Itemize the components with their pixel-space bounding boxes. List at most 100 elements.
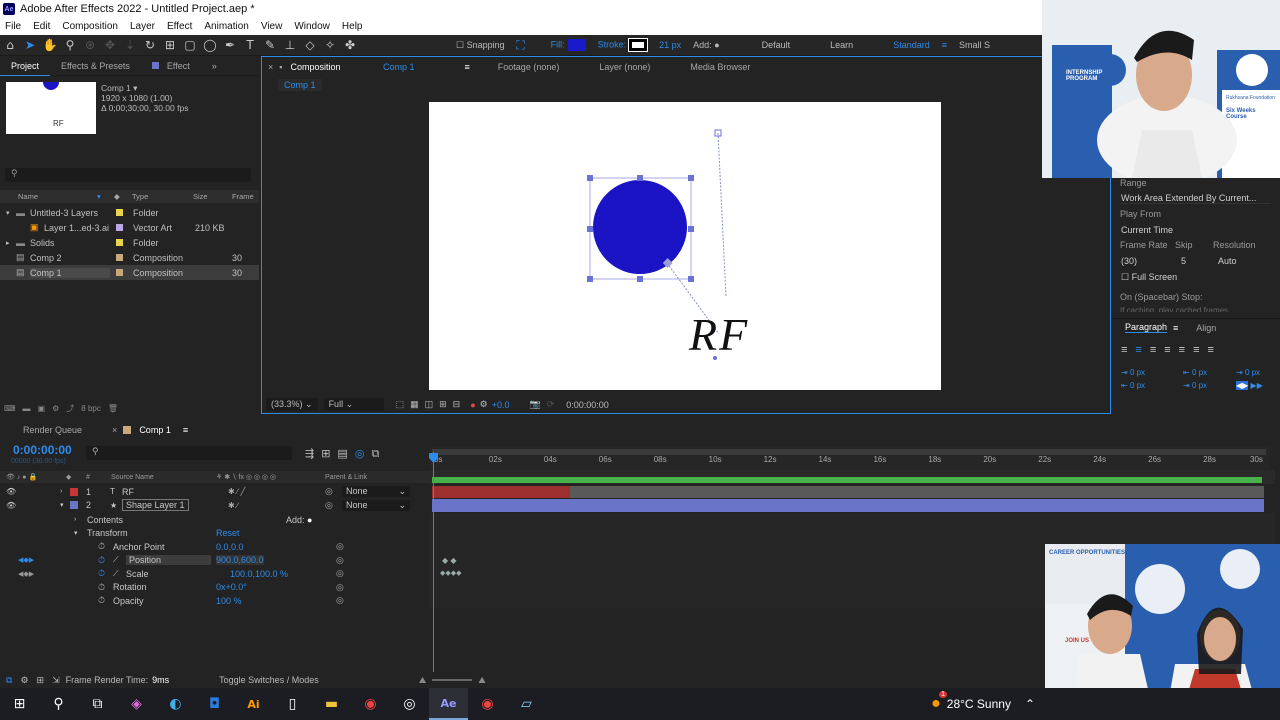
- orbit-tool-icon[interactable]: ⊛: [80, 38, 100, 52]
- layer-bar-rf-highlight[interactable]: [432, 486, 570, 498]
- add-content-button[interactable]: Add: ●: [286, 515, 312, 525]
- play-from-dropdown[interactable]: Current Time: [1121, 225, 1271, 235]
- copilot-icon[interactable]: ◈: [117, 688, 156, 720]
- expand-switches-icon[interactable]: ⚙: [20, 675, 28, 686]
- search-taskbar-icon[interactable]: ⚲: [39, 688, 78, 720]
- system-tray-chevron-icon[interactable]: ⌃: [1025, 697, 1035, 711]
- add-shape-menu[interactable]: Add: ●: [693, 40, 719, 50]
- mask-tool-icon[interactable]: ▢: [180, 38, 200, 52]
- windows-start-icon[interactable]: ⊞: [0, 688, 39, 720]
- lock-icon[interactable]: ▪: [279, 62, 282, 72]
- tab-effect-controls[interactable]: Effect: [141, 61, 201, 71]
- new-comp-icon[interactable]: ▣: [38, 404, 46, 413]
- label-color-swatch[interactable]: [116, 224, 123, 231]
- eraser-tool-icon[interactable]: ◇: [300, 38, 320, 52]
- keyframe-nav-icon[interactable]: ◀◆▶: [18, 570, 34, 578]
- expression-pickwhip-icon[interactable]: ◎: [336, 582, 344, 593]
- transparency-grid-icon[interactable]: ▦: [410, 399, 419, 410]
- comp-flowchart-icon[interactable]: ⧉: [6, 675, 12, 686]
- fill-color-swatch[interactable]: [567, 39, 586, 51]
- after-effects-taskbar-icon[interactable]: Ae: [429, 688, 468, 720]
- parent-link-header[interactable]: Parent & Link: [325, 474, 367, 481]
- transform-property-row[interactable]: ◀◆▶ ⏱ ⟋ Position 900.0,600.0 ◎: [0, 554, 430, 567]
- time-navigator[interactable]: [432, 449, 1266, 455]
- weather-icon[interactable]: ● 1: [931, 691, 947, 713]
- tab-align[interactable]: Align: [1196, 323, 1216, 333]
- workspace-menu-icon[interactable]: ≡: [942, 40, 947, 50]
- pick-whip-icon[interactable]: ◎: [325, 500, 333, 511]
- pen-tool-icon[interactable]: ✒: [220, 38, 240, 52]
- expression-pickwhip-icon[interactable]: ◎: [336, 541, 344, 552]
- parent-dropdown[interactable]: None ⌄: [342, 486, 410, 497]
- roto-brush-tool-icon[interactable]: ✧: [320, 38, 340, 52]
- menu-help[interactable]: Help: [342, 21, 363, 32]
- frame-rate-dropdown[interactable]: (30): [1121, 256, 1137, 266]
- label-col-icon[interactable]: ◆: [114, 192, 120, 201]
- dolly-tool-icon[interactable]: ⇣: [120, 38, 140, 52]
- layer-switches[interactable]: ✱ ∕ ╱: [228, 487, 245, 496]
- property-name[interactable]: Opacity: [113, 596, 144, 606]
- transform-property-row[interactable]: ⏱ Opacity 100 % ◎: [0, 594, 430, 607]
- rf-text-layer[interactable]: RF: [688, 309, 749, 360]
- layer-bar-shape[interactable]: [432, 499, 1264, 512]
- position-keyframes[interactable]: ◆ ◆: [442, 556, 457, 565]
- paragraph-indent-right[interactable]: ⇤ 0 px ⇥ 0 px: [1183, 366, 1207, 392]
- tab-media-browser[interactable]: Media Browser: [690, 62, 750, 72]
- paragraph-first-line[interactable]: ⇥ 0 px ◀▶ ▶▶: [1236, 366, 1263, 392]
- outlook-icon[interactable]: ◘: [195, 688, 234, 720]
- resolution-dropdown-preview[interactable]: Auto: [1218, 256, 1237, 266]
- comp-breadcrumb[interactable]: Comp 1: [278, 79, 322, 91]
- layer-label-color[interactable]: [70, 501, 78, 509]
- col-frame[interactable]: Frame: [232, 192, 254, 201]
- visibility-eye-icon[interactable]: 👁: [6, 501, 16, 510]
- workspace-default[interactable]: Default: [762, 40, 791, 50]
- source-name-header[interactable]: Source Name: [111, 474, 154, 481]
- layer-label-color[interactable]: [70, 487, 78, 496]
- channel-icon[interactable]: ●: [470, 400, 475, 410]
- paragraph-align-buttons[interactable]: ≡≡≡≡≡≡≡: [1121, 344, 1222, 356]
- twirl-chevron-icon[interactable]: ▾: [60, 501, 64, 509]
- property-value[interactable]: 0x+0.0°: [216, 582, 247, 592]
- menu-edit[interactable]: Edit: [33, 21, 50, 32]
- snapping-checkbox[interactable]: ☐ Snapping: [456, 40, 505, 51]
- project-item[interactable]: ▤ Comp 1 Composition 30: [0, 265, 259, 280]
- layer-row[interactable]: 👁 › 1 T RF ✱ ∕ ╱ ◎ None ⌄: [0, 485, 430, 498]
- project-item[interactable]: ▣ Layer 1...ed-3.ai Vector Art 210 KB: [0, 220, 259, 235]
- project-settings-icon[interactable]: ⚙: [52, 404, 59, 413]
- zoom-dropdown[interactable]: (33.3%) ⌄: [266, 398, 318, 411]
- menu-layer[interactable]: Layer: [130, 21, 155, 32]
- obs-icon[interactable]: ◎: [390, 688, 429, 720]
- panel-menu-icon[interactable]: ≡: [465, 62, 470, 72]
- chrome-profile-icon[interactable]: ◉: [468, 688, 507, 720]
- close-comp-tab-icon[interactable]: ×: [112, 425, 117, 435]
- weather-text[interactable]: 28°C Sunny: [947, 697, 1011, 711]
- layer-row[interactable]: 👁 ▾ 2 ★ Shape Layer 1 ✱ ∕ ◎ None ⌄: [0, 499, 430, 512]
- layer-name[interactable]: Shape Layer 1: [122, 499, 189, 511]
- flowchart-icon[interactable]: ⤴: [66, 403, 74, 414]
- project-item[interactable]: ▤ Comp 2 Composition 30: [0, 250, 259, 265]
- resolution-dropdown[interactable]: Full ⌄: [323, 398, 384, 411]
- stroke-width[interactable]: 21 px: [659, 40, 681, 50]
- timeline-menu-icon[interactable]: ≡: [183, 425, 188, 435]
- snapshot-camera-icon[interactable]: 📷: [530, 399, 541, 410]
- tab-project[interactable]: Project: [0, 56, 51, 76]
- region-of-interest-icon[interactable]: ⬚: [396, 399, 405, 410]
- tab-comp-1[interactable]: Comp 1: [139, 425, 171, 435]
- label-color-swatch[interactable]: [116, 239, 123, 246]
- tab-paragraph[interactable]: Paragraph: [1125, 322, 1168, 333]
- current-timecode[interactable]: 0:00:00:00: [13, 443, 72, 457]
- work-area-bar[interactable]: [432, 477, 1262, 483]
- rotation-tool-icon[interactable]: ↻: [140, 38, 160, 52]
- col-size[interactable]: Size: [193, 192, 208, 201]
- close-icon[interactable]: ×: [268, 62, 273, 72]
- menu-composition[interactable]: Composition: [62, 21, 118, 32]
- property-name[interactable]: Position: [126, 555, 211, 565]
- fill-control[interactable]: Fill:: [551, 39, 586, 51]
- expression-pickwhip-icon[interactable]: ◎: [336, 555, 344, 566]
- paragraph-indent-left[interactable]: ⇥ 0 px ⇤ 0 px: [1121, 366, 1145, 392]
- transform-reset[interactable]: Reset: [216, 528, 240, 538]
- viewer-timecode[interactable]: 0:00:00:00: [566, 400, 609, 410]
- expression-pickwhip-icon[interactable]: ◎: [336, 568, 344, 579]
- chrome-icon[interactable]: ◉: [351, 688, 390, 720]
- timeline-search-input[interactable]: ⚲: [86, 446, 292, 460]
